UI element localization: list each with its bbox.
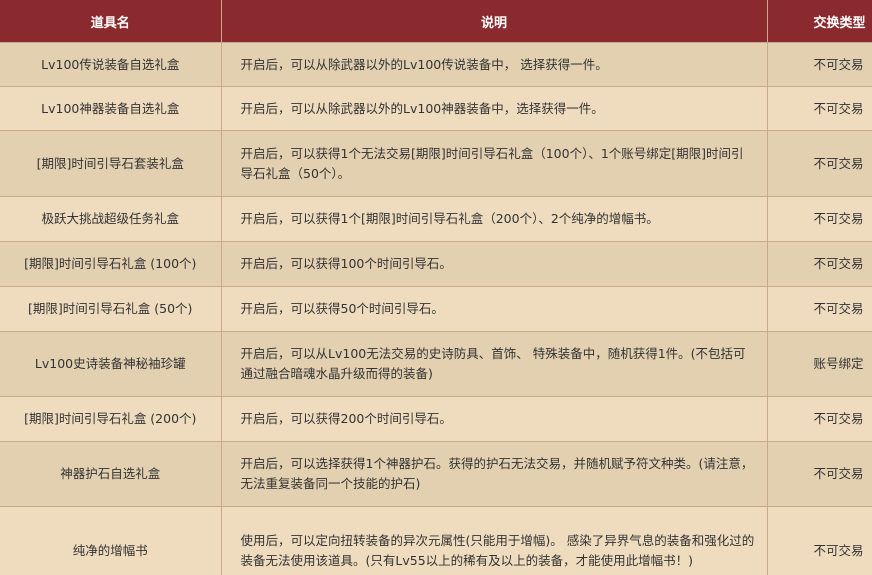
item-trade-cell: 不可交易 xyxy=(767,286,872,332)
header-trade-type: 交换类型 xyxy=(767,0,872,43)
table-row: Lv100传说装备自选礼盒 开启后，可以从除武器以外的Lv100传说装备中， 选… xyxy=(0,42,872,87)
item-name-cell: 极跃大挑战超级任务礼盒 xyxy=(0,196,222,242)
item-description-cell: 开启后，可以选择获得1个神器护石。获得的护石无法交易，并随机赋予符文种类。(请注… xyxy=(221,441,768,507)
item-name-cell: [期限]时间引导石套装礼盒 xyxy=(0,130,222,197)
table-row: 极跃大挑战超级任务礼盒 开启后，可以获得1个[期限]时间引导石礼盒（200个）、… xyxy=(0,196,872,242)
item-description-cell: 开启后，可以获得200个时间引导石。 xyxy=(221,396,768,442)
item-trade-cell: 账号绑定 xyxy=(767,331,872,397)
item-description-cell: 开启后，可以从Lv100无法交易的史诗防具、首饰、 特殊装备中，随机获得1件。(… xyxy=(221,331,768,397)
table-row: [期限]时间引导石礼盒 (200个) 开启后，可以获得200个时间引导石。 不可… xyxy=(0,396,872,442)
table-row: [期限]时间引导石礼盒 (50个) 开启后，可以获得50个时间引导石。 不可交易 xyxy=(0,286,872,332)
item-name-cell: Lv100传说装备自选礼盒 xyxy=(0,42,222,87)
item-description-cell: 开启后，可以获得1个[期限]时间引导石礼盒（200个）、2个纯净的增幅书。 xyxy=(221,196,768,242)
header-description: 说明 xyxy=(221,0,768,43)
item-name-cell: Lv100史诗装备神秘袖珍罐 xyxy=(0,331,222,397)
item-name-cell: [期限]时间引导石礼盒 (50个) xyxy=(0,286,222,332)
item-name-cell: Lv100神器装备自选礼盒 xyxy=(0,86,222,131)
table-row: Lv100神器装备自选礼盒 开启后，可以从除武器以外的Lv100神器装备中，选择… xyxy=(0,86,872,131)
item-trade-cell: 不可交易 xyxy=(767,196,872,242)
table-row: 纯净的增幅书 使用后，可以定向扭转装备的异次元属性(只能用于增幅)。 感染了异界… xyxy=(0,506,872,575)
item-trade-cell: 不可交易 xyxy=(767,241,872,287)
table-row: Lv100史诗装备神秘袖珍罐 开启后，可以从Lv100无法交易的史诗防具、首饰、… xyxy=(0,331,872,397)
item-description-cell: 开启后，可以获得1个无法交易[期限]时间引导石礼盒（100个）、1个账号绑定[期… xyxy=(221,130,768,197)
item-description-cell: 开启后，可以从除武器以外的Lv100神器装备中，选择获得一件。 xyxy=(221,86,768,131)
table-row: [期限]时间引导石套装礼盒 开启后，可以获得1个无法交易[期限]时间引导石礼盒（… xyxy=(0,130,872,197)
item-trade-cell: 不可交易 xyxy=(767,42,872,87)
item-description-cell: 使用后，可以定向扭转装备的异次元属性(只能用于增幅)。 感染了异界气息的装备和强… xyxy=(221,506,768,575)
item-name-cell: 纯净的增幅书 xyxy=(0,506,222,575)
header-item-name: 道具名 xyxy=(0,0,222,43)
item-table-container: 道具名 说明 交换类型 Lv100传说装备自选礼盒 开启后，可以从除武器以外的L… xyxy=(0,0,872,575)
item-name-cell: [期限]时间引导石礼盒 (100个) xyxy=(0,241,222,287)
table-row: [期限]时间引导石礼盒 (100个) 开启后，可以获得100个时间引导石。 不可… xyxy=(0,241,872,287)
item-trade-cell: 不可交易 xyxy=(767,396,872,442)
item-table: 道具名 说明 交换类型 Lv100传说装备自选礼盒 开启后，可以从除武器以外的L… xyxy=(0,0,872,575)
item-description-cell: 开启后，可以获得50个时间引导石。 xyxy=(221,286,768,332)
item-trade-cell: 不可交易 xyxy=(767,441,872,507)
item-trade-cell: 不可交易 xyxy=(767,86,872,131)
item-description-cell: 开启后，可以从除武器以外的Lv100传说装备中， 选择获得一件。 xyxy=(221,42,768,87)
item-trade-cell: 不可交易 xyxy=(767,130,872,197)
item-trade-cell: 不可交易 xyxy=(767,506,872,575)
table-row: 神器护石自选礼盒 开启后，可以选择获得1个神器护石。获得的护石无法交易，并随机赋… xyxy=(0,441,872,507)
item-description-cell: 开启后，可以获得100个时间引导石。 xyxy=(221,241,768,287)
item-name-cell: 神器护石自选礼盒 xyxy=(0,441,222,507)
table-header-row: 道具名 说明 交换类型 xyxy=(0,0,872,43)
item-name-cell: [期限]时间引导石礼盒 (200个) xyxy=(0,396,222,442)
